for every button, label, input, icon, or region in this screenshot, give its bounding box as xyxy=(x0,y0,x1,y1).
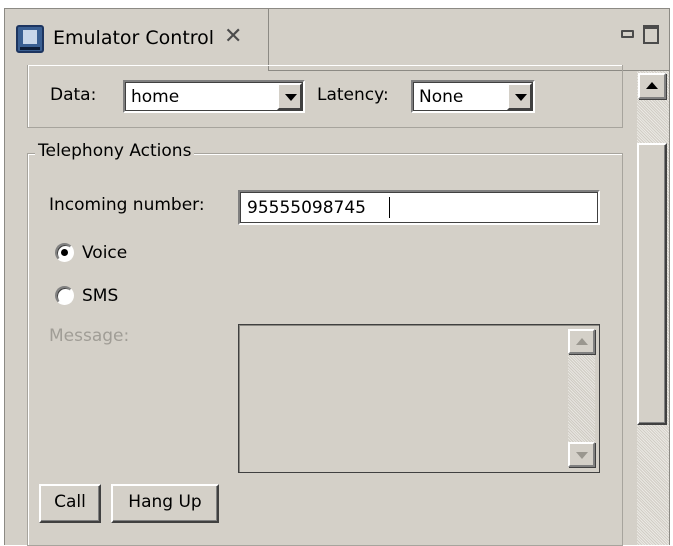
sms-label: SMS xyxy=(82,286,119,306)
data-select[interactable]: home xyxy=(123,80,305,113)
incoming-number-value: 95555098745 xyxy=(247,198,366,218)
chevron-down-icon[interactable] xyxy=(507,83,532,110)
latency-select-value: None xyxy=(419,87,464,107)
view-tab-bar: Emulator Control ✕ xyxy=(5,9,670,71)
scrollbar-thumb[interactable] xyxy=(637,143,667,425)
voice-radio[interactable] xyxy=(55,243,74,262)
hang-up-button[interactable]: Hang Up xyxy=(111,484,219,523)
message-label: Message: xyxy=(49,326,130,346)
emulator-control-view: Emulator Control ✕ Data: home Latency: N… xyxy=(4,8,670,546)
message-textarea xyxy=(238,324,600,473)
emulator-control-icon xyxy=(16,25,44,53)
tab-title: Emulator Control xyxy=(53,27,215,49)
latency-select[interactable]: None xyxy=(411,80,535,113)
incoming-number-input[interactable]: 95555098745 xyxy=(238,190,600,225)
sms-radio[interactable] xyxy=(55,286,74,305)
voice-label: Voice xyxy=(82,243,128,263)
message-scrollbar xyxy=(568,329,595,467)
chevron-down-icon[interactable] xyxy=(277,83,302,110)
maximize-icon[interactable] xyxy=(643,25,659,44)
text-caret xyxy=(389,197,390,218)
scroll-down-icon xyxy=(568,442,595,467)
call-button[interactable]: Call xyxy=(39,484,101,523)
data-select-value: home xyxy=(131,87,180,107)
latency-label: Latency: xyxy=(317,85,389,105)
minimize-icon[interactable] xyxy=(621,30,634,38)
view-content: Data: home Latency: None Telephony Actio… xyxy=(5,65,669,546)
telephony-legend: Telephony Actions xyxy=(35,141,195,161)
close-icon[interactable]: ✕ xyxy=(224,24,242,49)
data-label: Data: xyxy=(50,85,97,105)
tab-emulator-control[interactable]: Emulator Control ✕ xyxy=(5,9,269,71)
main-scrollbar[interactable] xyxy=(637,71,669,545)
scroll-up-icon xyxy=(568,329,595,354)
incoming-number-label: Incoming number: xyxy=(49,195,205,215)
scroll-up-icon[interactable] xyxy=(638,73,666,99)
